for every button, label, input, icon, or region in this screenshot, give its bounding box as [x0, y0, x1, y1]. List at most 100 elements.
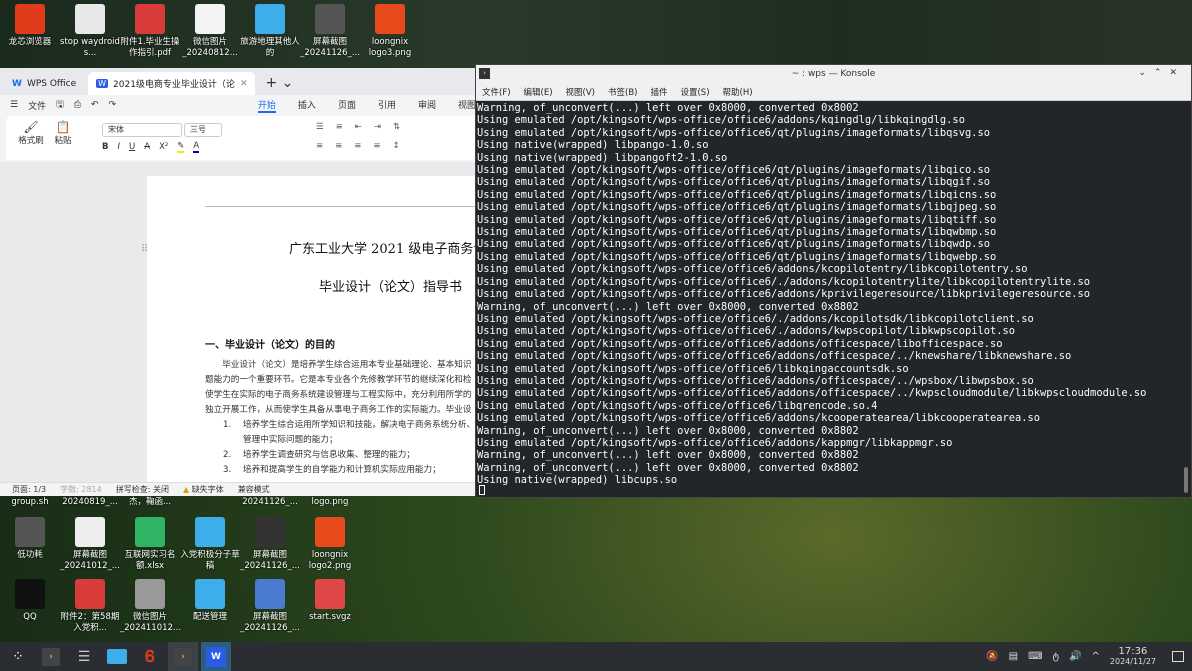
clock[interactable]: 17:36 2024/11/27 — [1110, 646, 1156, 667]
align-center-icon[interactable]: ≡ — [335, 141, 342, 151]
task-terminal-1[interactable]: › — [36, 642, 66, 671]
missing-font-button[interactable]: ▲ 缺失字体 — [183, 484, 224, 495]
ribbon-tab[interactable]: 插入 — [298, 98, 316, 113]
desktop-icon[interactable]: loongnix logo2.png — [300, 517, 360, 572]
task-wps[interactable]: W — [201, 642, 231, 671]
bold-icon[interactable]: B — [102, 142, 108, 152]
menu-item[interactable]: 设置(S) — [680, 86, 709, 98]
desktop-icon[interactable]: 屏幕截图_20241126_... — [240, 579, 300, 634]
document-area[interactable]: ⠿ 广东工业大学 2021 级电子商务专 毕业设计（论文）指导书 一、毕业设计（… — [0, 162, 476, 482]
desktop-icon-label[interactable]: 20240819_... — [60, 497, 120, 508]
desktop-icon[interactable]: start.svgz — [300, 579, 360, 623]
line-spacing-icon[interactable]: ↕ — [393, 141, 400, 151]
file-menu[interactable]: 文件 — [28, 99, 46, 112]
tab-wps-office[interactable]: W WPS Office — [4, 72, 84, 95]
desktop-icon[interactable]: 低功耗 — [0, 517, 60, 561]
font-select[interactable]: 宋体 — [102, 123, 182, 137]
menu-item[interactable]: 文件(F) — [482, 86, 511, 98]
volume-icon[interactable]: 🔊 — [1069, 651, 1081, 662]
indent-icon[interactable]: ⇤ — [355, 122, 362, 132]
font-size-select[interactable]: 三号 — [184, 123, 222, 137]
desktop-icon[interactable]: 旅游地理其他人的 — [240, 4, 300, 59]
underline-icon[interactable]: U — [129, 142, 135, 152]
desktop-icon-label: loongnix logo3.png — [368, 37, 412, 58]
desktop-icon[interactable]: 入党积极分子草稿 — [180, 517, 240, 572]
desktop-icon[interactable]: 配送管理 — [180, 579, 240, 623]
menu-item[interactable]: 书签(B) — [608, 86, 637, 98]
italic-icon[interactable]: I — [117, 142, 120, 152]
numbered-list-icon[interactable]: ≡ — [336, 122, 343, 132]
clipboard-icon[interactable]: ▤ — [1009, 651, 1018, 662]
desktop-icon[interactable]: QQ — [0, 579, 60, 623]
scrollbar[interactable] — [1184, 467, 1188, 493]
highlight-icon[interactable]: ✎ — [177, 141, 185, 153]
desktop-icon-label[interactable]: group.sh — [0, 497, 60, 508]
vpn-icon[interactable]: ტ — [1053, 651, 1060, 662]
menu-item[interactable]: 编辑(E) — [524, 86, 553, 98]
tab-document[interactable]: W 2021级电商专业毕业设计（论 ✕ — [88, 72, 256, 95]
menu-item[interactable]: 插件 — [650, 86, 667, 98]
desktop-icon[interactable]: stop waydroid s... — [60, 4, 120, 59]
ribbon-tab[interactable]: 页面 — [338, 98, 356, 113]
task-settings[interactable]: ☰ — [69, 642, 99, 671]
save-icon[interactable]: 🖫 — [56, 97, 64, 113]
paragraph-line: 毕业设计（论文）是培养学生综合运用本专业基础理论、基本知识 — [205, 360, 472, 370]
paste-button[interactable]: 📋 粘贴 — [48, 120, 78, 146]
outdent-icon[interactable]: ⇥ — [374, 122, 381, 132]
label: 粘贴 — [54, 136, 72, 146]
align-left-icon[interactable]: ≡ — [316, 141, 323, 151]
strikethrough-icon[interactable]: A — [144, 142, 150, 152]
close-icon[interactable]: ✕ — [1169, 68, 1185, 78]
align-right-icon[interactable]: ≡ — [354, 141, 361, 151]
ribbon-tab[interactable]: 开始 — [257, 98, 276, 113]
desktop-icon[interactable]: 互联网实习名额.xlsx — [120, 517, 180, 572]
menu-item[interactable]: 视图(V) — [566, 86, 595, 98]
menu-item[interactable]: 帮助(H) — [723, 86, 753, 98]
desktop-icon[interactable]: 屏幕截图_20241126_... — [300, 4, 360, 59]
tray-expand-icon[interactable]: ^ — [1092, 651, 1100, 662]
ribbon-tab[interactable]: 视图 — [458, 98, 476, 113]
desktop-icon-label[interactable]: logo.png — [300, 497, 360, 508]
pdf-icon — [135, 4, 165, 34]
terminal-output[interactable]: Warning, of_unconvert(...) left over 0x8… — [476, 101, 1191, 487]
paragraph-line: 题能力的一个重要环节。它是本专业各个先修教学环节的继续深化和检 — [205, 375, 472, 385]
desktop-icon[interactable]: 屏幕截图_20241126_... — [240, 517, 300, 572]
title-bar[interactable]: › ~ : wps — Konsole ⌄⌃✕ — [476, 65, 1191, 83]
undo-icon[interactable]: ↶ — [91, 100, 99, 110]
desktop-icon[interactable]: 龙芯浏览器 — [0, 4, 60, 48]
desktop-icon[interactable]: 附件1.毕业生操作指引.pdf — [120, 4, 180, 59]
desktop-icon[interactable]: 屏幕截图_20241012_... — [60, 517, 120, 572]
superscript-icon[interactable]: X² — [159, 142, 168, 152]
desktop-icon[interactable]: 微信图片_202411012... — [120, 579, 181, 634]
hamburger-icon[interactable]: ☰ — [10, 100, 18, 110]
desktop-icon[interactable]: loongnix logo3.png — [360, 4, 420, 59]
redo-icon[interactable]: ↷ — [109, 100, 117, 110]
show-desktop-icon[interactable] — [1172, 651, 1184, 662]
bullet-list-icon[interactable]: ☰ — [316, 122, 324, 132]
document-page[interactable]: ⠿ 广东工业大学 2021 级电子商务专 毕业设计（论文）指导书 一、毕业设计（… — [141, 176, 476, 482]
keyboard-icon[interactable]: ⌨ — [1028, 651, 1042, 662]
task-browser[interactable]: Ꮾ — [135, 642, 165, 671]
desktop-icon-label[interactable]: 20241126_... — [240, 497, 300, 508]
drag-handle-icon[interactable]: ⠿ — [141, 244, 148, 255]
font-color-icon[interactable]: A — [193, 141, 200, 153]
justify-icon[interactable]: ≡ — [373, 141, 380, 151]
task-konsole[interactable]: › — [168, 642, 198, 671]
close-icon[interactable]: ✕ — [240, 79, 248, 89]
spell-check-toggle[interactable]: 拼写检查: 关闭 — [116, 484, 169, 495]
desktop-icon[interactable]: 附件2：第58期入党积... — [60, 579, 120, 634]
maximize-icon[interactable]: ⌃ — [1154, 68, 1170, 78]
notifications-muted-icon[interactable]: 🔕 — [986, 651, 998, 662]
minimize-icon[interactable]: ⌄ — [1138, 68, 1154, 78]
task-file-manager[interactable] — [102, 642, 132, 671]
desktop-icon[interactable]: 微信图片_20240812... — [180, 4, 240, 59]
app-launcher-button[interactable]: ⁘ — [3, 642, 33, 671]
print-icon[interactable]: ⎙ — [74, 100, 81, 110]
ribbon-tab[interactable]: 引用 — [378, 98, 396, 113]
ribbon-tab[interactable]: 审阅 — [418, 98, 436, 113]
format-painter-button[interactable]: 🖌 格式刷 — [16, 120, 46, 146]
desktop-icon-label: 微信图片_20240812... — [182, 37, 238, 58]
sort-icon[interactable]: ⇅ — [393, 122, 400, 132]
desktop-icon-label[interactable]: 杰，鞠函... — [120, 497, 180, 508]
new-tab-button[interactable]: + ⌄ — [259, 75, 299, 95]
